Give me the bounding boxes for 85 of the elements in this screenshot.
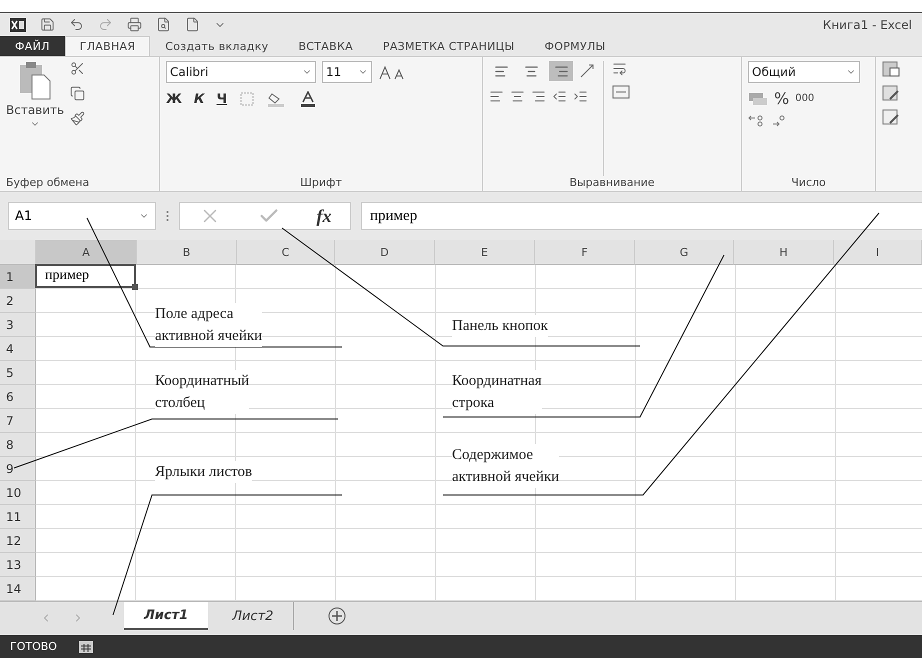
copy-icon[interactable] (70, 86, 86, 101)
group-label: Выравнивание (568, 176, 656, 189)
wrap-text-icon[interactable] (612, 61, 627, 76)
row-header[interactable]: 2 (0, 289, 36, 313)
vertical-align-icon (494, 64, 508, 78)
row-header[interactable]: 13 (0, 553, 36, 577)
save-icon[interactable] (40, 17, 55, 32)
row-header[interactable]: 8 (0, 433, 36, 457)
grip-icon (166, 210, 169, 222)
row-header[interactable]: 11 (0, 505, 36, 529)
group-label: Буфер обмена (6, 176, 90, 189)
merge-cells-icon[interactable] (612, 84, 630, 100)
row-header[interactable]: 10 (0, 481, 36, 505)
sheet-tab[interactable]: Лист2 (212, 602, 294, 630)
indent-increase-icon[interactable] (573, 89, 588, 104)
ribbon-tab[interactable]: ФОРМУЛЫ (530, 36, 621, 56)
align-left-icon[interactable] (489, 89, 504, 104)
row-header[interactable]: 9 (0, 457, 36, 481)
name-box[interactable]: A1 (8, 202, 156, 230)
align-right-icon[interactable] (531, 89, 546, 104)
status-calculator-icon (78, 640, 93, 652)
group-label: Шрифт (299, 176, 343, 189)
callout-label: Поле адреса активной ячейки (155, 303, 262, 347)
bold-button[interactable]: Ж (166, 92, 182, 106)
percent-button[interactable]: % (774, 89, 790, 108)
column-header[interactable]: A (36, 240, 137, 265)
column-header[interactable]: C (237, 240, 335, 265)
conditional-format-icon[interactable] (882, 61, 900, 77)
table-format-icon[interactable] (882, 85, 900, 101)
active-cell[interactable]: пример (35, 264, 136, 288)
cut-icon[interactable] (70, 61, 86, 76)
callout-label: Панель кнопок (452, 315, 548, 337)
row-header[interactable]: 6 (0, 385, 36, 409)
window-title: Книга1 - Excel (822, 18, 912, 32)
sheet-tab[interactable]: Лист1 (124, 602, 208, 630)
row-header[interactable]: 3 (0, 313, 36, 337)
number-format-field[interactable]: Общий (748, 61, 860, 83)
fill-handle[interactable] (132, 284, 138, 290)
column-header[interactable]: I (834, 240, 922, 265)
ribbon-tab[interactable]: ВСТАВКА (283, 36, 368, 56)
ribbon-tab[interactable]: РАЗМЕТКА СТРАНИЦЫ (368, 36, 530, 56)
formula-input[interactable]: пример (361, 202, 922, 230)
cell-styles-icon[interactable] (882, 109, 900, 125)
paste-button[interactable]: Вставить (6, 103, 64, 117)
undo-icon[interactable] (69, 17, 84, 32)
callout-label: Координатная строка (452, 370, 542, 414)
spreadsheet-logo-icon (10, 18, 26, 32)
thousands-button[interactable]: 000 (795, 93, 814, 104)
column-header[interactable]: G (635, 240, 734, 265)
format-painter-icon[interactable] (70, 111, 86, 126)
file-tab[interactable]: ФАЙЛ (0, 36, 65, 56)
row-header[interactable]: 14 (0, 577, 36, 601)
add-sheet-icon[interactable] (328, 607, 346, 625)
column-header[interactable]: B (137, 240, 237, 265)
row-header[interactable]: 12 (0, 529, 36, 553)
callout-label: Ярлыки листов (155, 461, 252, 483)
ribbon-tab[interactable]: Создать вкладку (150, 36, 284, 56)
group-label: Число (790, 176, 827, 189)
row-header[interactable]: 5 (0, 361, 36, 385)
ribbon-tab[interactable]: ГЛАВНАЯ (64, 36, 150, 56)
font-name-field[interactable]: Calibri (166, 61, 316, 83)
row-header[interactable]: 7 (0, 409, 36, 433)
insert-function-button[interactable]: fx (316, 206, 332, 226)
callout-label: Содержимое активной ячейки (452, 444, 560, 488)
vertical-align-icon (524, 64, 538, 78)
clipboard-icon[interactable] (18, 61, 52, 101)
printer-icon[interactable] (127, 17, 142, 32)
vertical-align-button[interactable] (549, 61, 573, 81)
callout-label: Координатный столбец (155, 370, 250, 414)
column-header[interactable]: F (535, 240, 635, 265)
status-text: ГОТОВО (10, 640, 57, 653)
italic-button[interactable]: К (194, 92, 205, 106)
vertical-align-icon (554, 64, 568, 78)
underline-button[interactable]: Ч (216, 92, 228, 106)
column-header[interactable]: H (734, 240, 834, 265)
new-file-icon[interactable] (185, 17, 200, 32)
font-color-icon[interactable] (299, 91, 318, 107)
row-header[interactable]: 1 (0, 265, 36, 289)
indent-decrease-icon[interactable] (552, 89, 567, 104)
print-preview-icon[interactable] (156, 17, 171, 32)
column-header[interactable]: E (435, 240, 535, 265)
column-header[interactable]: D (335, 240, 435, 265)
font-size-field[interactable]: 11 (322, 61, 372, 83)
row-header[interactable]: 4 (0, 337, 36, 361)
align-center-icon[interactable] (510, 89, 525, 104)
